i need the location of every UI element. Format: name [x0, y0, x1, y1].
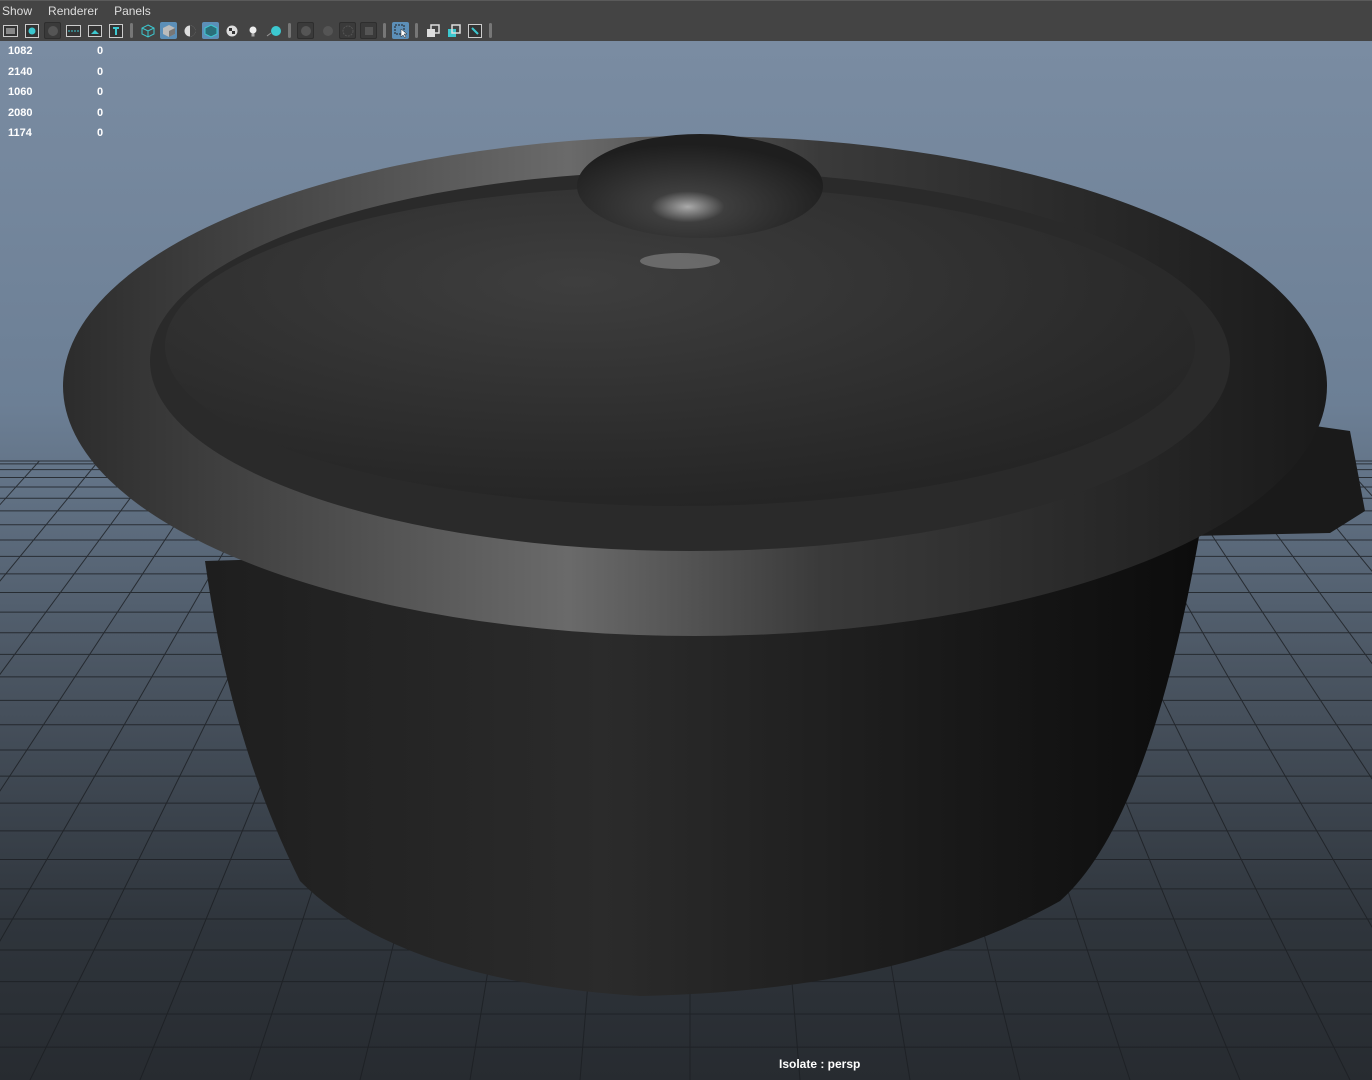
smooth-shade-icon[interactable]: [160, 22, 177, 39]
isolate-select-icon[interactable]: [392, 22, 409, 39]
toolbar-separator: [130, 23, 133, 38]
hud-row: 2140 0: [8, 65, 104, 78]
anti-aliasing-icon[interactable]: [339, 22, 356, 39]
2d-pan-zoom-icon[interactable]: [107, 22, 124, 39]
menu-bar: Show Renderer Panels: [0, 0, 1372, 20]
hud-row: 1174 0: [8, 127, 104, 140]
hud-row: 1082 0: [8, 45, 104, 57]
screen-space-ao-icon[interactable]: [297, 22, 314, 39]
film-gate-icon[interactable]: [65, 22, 82, 39]
wireframe-on-shaded-icon[interactable]: [202, 22, 219, 39]
hud-row: 1060 0: [8, 86, 104, 99]
xray-joints-icon[interactable]: [445, 22, 462, 39]
hud-row: 2080 0: [8, 106, 104, 119]
motion-blur-icon[interactable]: [318, 22, 335, 39]
toolbar-separator: [415, 23, 418, 38]
shadows-icon[interactable]: [265, 22, 282, 39]
select-camera-icon[interactable]: [23, 22, 40, 39]
menu-show[interactable]: Show: [2, 4, 32, 18]
toolbar-separator: [383, 23, 386, 38]
camera-film-icon[interactable]: [2, 22, 19, 39]
menu-renderer[interactable]: Renderer: [48, 4, 98, 18]
toolbar-separator: [489, 23, 492, 38]
xray-icon[interactable]: [424, 22, 441, 39]
menu-panels[interactable]: Panels: [114, 4, 151, 18]
lid-knob: [577, 134, 823, 238]
depth-of-field-icon[interactable]: [360, 22, 377, 39]
isolate-label: Isolate : persp: [779, 1057, 861, 1071]
shade-selected-icon[interactable]: [181, 22, 198, 39]
poly-count-hud: 1082 0 2140 0 1060 0 2080 0 1174 0: [8, 41, 103, 144]
3d-viewport[interactable]: 1082 0 2140 0 1060 0 2080 0 1174 0 Isolate : …: [0, 41, 1372, 1080]
lock-camera-icon[interactable]: [44, 22, 61, 39]
use-lights-icon[interactable]: [244, 22, 261, 39]
textured-icon[interactable]: [223, 22, 240, 39]
wireframe-icon[interactable]: [139, 22, 156, 39]
image-plane-icon[interactable]: [86, 22, 103, 39]
lid-highlight: [640, 253, 720, 269]
xray-active-icon[interactable]: [466, 22, 483, 39]
scene: [0, 134, 1372, 1080]
panel-toolbar: [0, 20, 1372, 41]
toolbar-separator: [288, 23, 291, 38]
